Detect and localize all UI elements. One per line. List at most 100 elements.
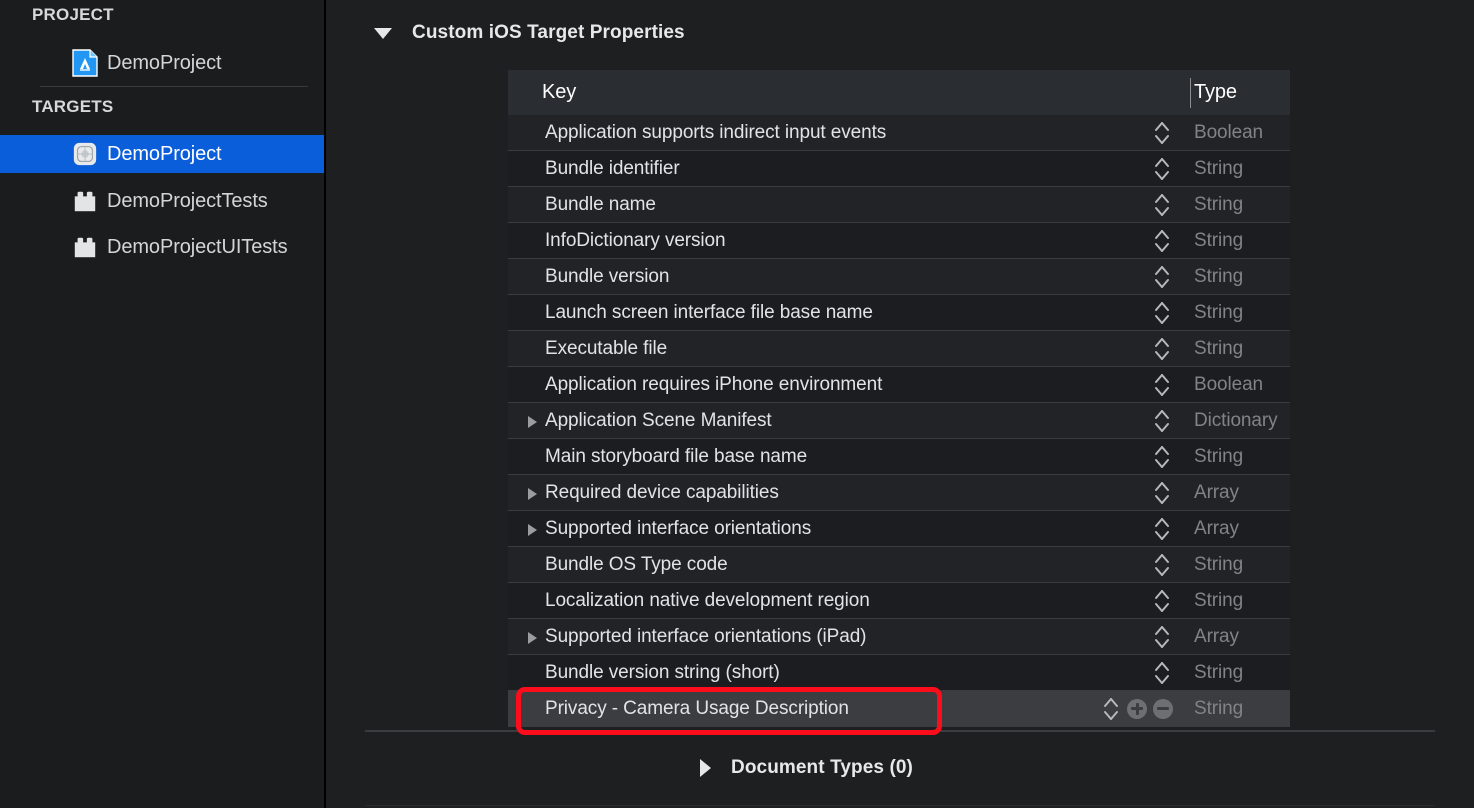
stepper-icon[interactable]	[1153, 193, 1171, 217]
stepper-icon[interactable]	[1153, 517, 1171, 541]
plist-type-label[interactable]: String	[1194, 158, 1243, 180]
table-row[interactable]: Localization native development region St…	[508, 583, 1290, 619]
sidebar-item-project-demoproject[interactable]: DemoProject	[0, 44, 325, 82]
test-bundle-icon	[72, 233, 98, 261]
table-row[interactable]: Launch screen interface file base name St…	[508, 295, 1290, 331]
plist-key-label[interactable]: Privacy - Camera Usage Description	[545, 698, 849, 720]
stepper-icon[interactable]	[1153, 121, 1171, 145]
stepper-icon[interactable]	[1153, 661, 1171, 685]
plist-table: Key Type Application supports indirect i…	[508, 70, 1474, 734]
plist-type-label[interactable]: Boolean	[1194, 122, 1263, 144]
chevron-right-icon[interactable]	[528, 488, 537, 500]
plist-type-label[interactable]: String	[1194, 194, 1243, 216]
plist-type-label[interactable]: String	[1194, 698, 1243, 720]
project-navigator-sidebar: PROJECT DemoProject TARGETS	[0, 0, 325, 808]
remove-row-button[interactable]	[1153, 699, 1173, 719]
plist-type-label[interactable]: String	[1194, 230, 1243, 252]
section-divider-lower	[365, 805, 1435, 806]
table-row[interactable]: Executable file String	[508, 331, 1290, 367]
sidebar-item-target-demoproject[interactable]: DemoProject	[0, 135, 325, 173]
plist-type-label[interactable]: Array	[1194, 626, 1239, 648]
plist-type-label[interactable]: String	[1194, 554, 1243, 576]
plist-key-label[interactable]: Application Scene Manifest	[545, 410, 772, 432]
stepper-icon[interactable]	[1153, 373, 1171, 397]
table-row[interactable]: Supported interface orientations (iPad) A…	[508, 619, 1290, 655]
plist-key-label[interactable]: Bundle name	[545, 194, 656, 216]
table-row[interactable]: Supported interface orientations Array	[508, 511, 1290, 547]
table-row[interactable]: Bundle version String	[508, 259, 1290, 295]
table-row[interactable]: Bundle OS Type code String	[508, 547, 1290, 583]
plist-key-label[interactable]: Application supports indirect input even…	[545, 122, 886, 144]
plist-key-label[interactable]: Main storyboard file base name	[545, 446, 807, 468]
sidebar-item-target-demoprojectuitests[interactable]: DemoProjectUITests	[0, 228, 325, 266]
sidebar-item-label: DemoProject	[107, 52, 222, 75]
plist-key-label[interactable]: Localization native development region	[545, 590, 870, 612]
chevron-right-icon[interactable]	[700, 759, 711, 777]
table-row[interactable]: InfoDictionary version String	[508, 223, 1290, 259]
plist-key-label[interactable]: Supported interface orientations (iPad)	[545, 626, 866, 648]
table-row[interactable]: Required device capabilities Array	[508, 475, 1290, 511]
plist-key-label[interactable]: Bundle version	[545, 266, 669, 288]
xcode-info-plist-window: PROJECT DemoProject TARGETS	[0, 0, 1474, 808]
info-plist-editor-pane: Custom iOS Target Properties Key Type Ap…	[326, 0, 1474, 808]
table-row[interactable]: Application Scene Manifest Dictionary	[508, 403, 1290, 439]
chevron-right-icon[interactable]	[528, 632, 537, 644]
stepper-icon[interactable]	[1153, 445, 1171, 469]
plist-type-label[interactable]: String	[1194, 662, 1243, 684]
sidebar-item-target-demoprojecttests[interactable]: DemoProjectTests	[0, 182, 325, 220]
test-bundle-icon	[72, 187, 98, 215]
sidebar-divider	[40, 86, 308, 87]
plist-type-label[interactable]: Boolean	[1194, 374, 1263, 396]
chevron-right-icon[interactable]	[528, 524, 537, 536]
plist-type-label[interactable]: String	[1194, 302, 1243, 324]
table-row[interactable]: Main storyboard file base name String	[508, 439, 1290, 475]
stepper-icon[interactable]	[1153, 301, 1171, 325]
table-row[interactable]: Bundle name String	[508, 187, 1290, 223]
plist-type-label[interactable]: String	[1194, 266, 1243, 288]
plist-key-label[interactable]: Supported interface orientations	[545, 518, 811, 540]
stepper-icon[interactable]	[1153, 589, 1171, 613]
table-row[interactable]: Privacy - Camera Usage Description String	[508, 691, 1290, 727]
table-row[interactable]: Application requires iPhone environment B…	[508, 367, 1290, 403]
document-types-header[interactable]: Document Types (0)	[652, 751, 913, 785]
stepper-icon[interactable]	[1153, 625, 1171, 649]
plist-key-label[interactable]: Bundle version string (short)	[545, 662, 780, 684]
plist-type-label[interactable]: Dictionary	[1194, 410, 1277, 432]
stepper-icon[interactable]	[1153, 553, 1171, 577]
custom-ios-target-properties-header[interactable]: Custom iOS Target Properties	[326, 16, 685, 50]
column-header-key[interactable]: Key	[542, 81, 576, 104]
app-target-icon	[72, 140, 98, 168]
stepper-icon[interactable]	[1153, 265, 1171, 289]
stepper-icon[interactable]	[1153, 409, 1171, 433]
plist-key-label[interactable]: Bundle OS Type code	[545, 554, 728, 576]
table-row[interactable]: Bundle identifier String	[508, 151, 1290, 187]
chevron-down-icon[interactable]	[374, 28, 392, 39]
plist-key-label[interactable]: Bundle identifier	[545, 158, 680, 180]
add-row-button[interactable]	[1127, 699, 1147, 719]
plist-key-label[interactable]: Application requires iPhone environment	[545, 374, 882, 396]
plist-type-label[interactable]: String	[1194, 338, 1243, 360]
stepper-icon[interactable]	[1153, 481, 1171, 505]
plist-key-label[interactable]: Launch screen interface file base name	[545, 302, 873, 324]
table-row[interactable]: Application supports indirect input even…	[508, 115, 1290, 151]
plist-type-label[interactable]: String	[1194, 446, 1243, 468]
page-title: Custom iOS Target Properties	[412, 22, 685, 44]
plist-type-label[interactable]: Array	[1194, 518, 1239, 540]
sidebar-item-label: DemoProject	[107, 143, 222, 166]
column-separator[interactable]	[1190, 78, 1191, 108]
stepper-icon[interactable]	[1102, 697, 1120, 721]
project-group-header: PROJECT	[32, 5, 114, 25]
column-header-type[interactable]: Type	[1194, 81, 1237, 104]
stepper-icon[interactable]	[1153, 337, 1171, 361]
targets-group-header: TARGETS	[32, 97, 113, 117]
stepper-icon[interactable]	[1153, 157, 1171, 181]
plist-type-label[interactable]: Array	[1194, 482, 1239, 504]
section-divider	[365, 730, 1435, 732]
stepper-icon[interactable]	[1153, 229, 1171, 253]
plist-key-label[interactable]: InfoDictionary version	[545, 230, 726, 252]
chevron-right-icon[interactable]	[528, 416, 537, 428]
plist-type-label[interactable]: String	[1194, 590, 1243, 612]
plist-key-label[interactable]: Required device capabilities	[545, 482, 779, 504]
plist-key-label[interactable]: Executable file	[545, 338, 667, 360]
table-row[interactable]: Bundle version string (short) String	[508, 655, 1290, 691]
